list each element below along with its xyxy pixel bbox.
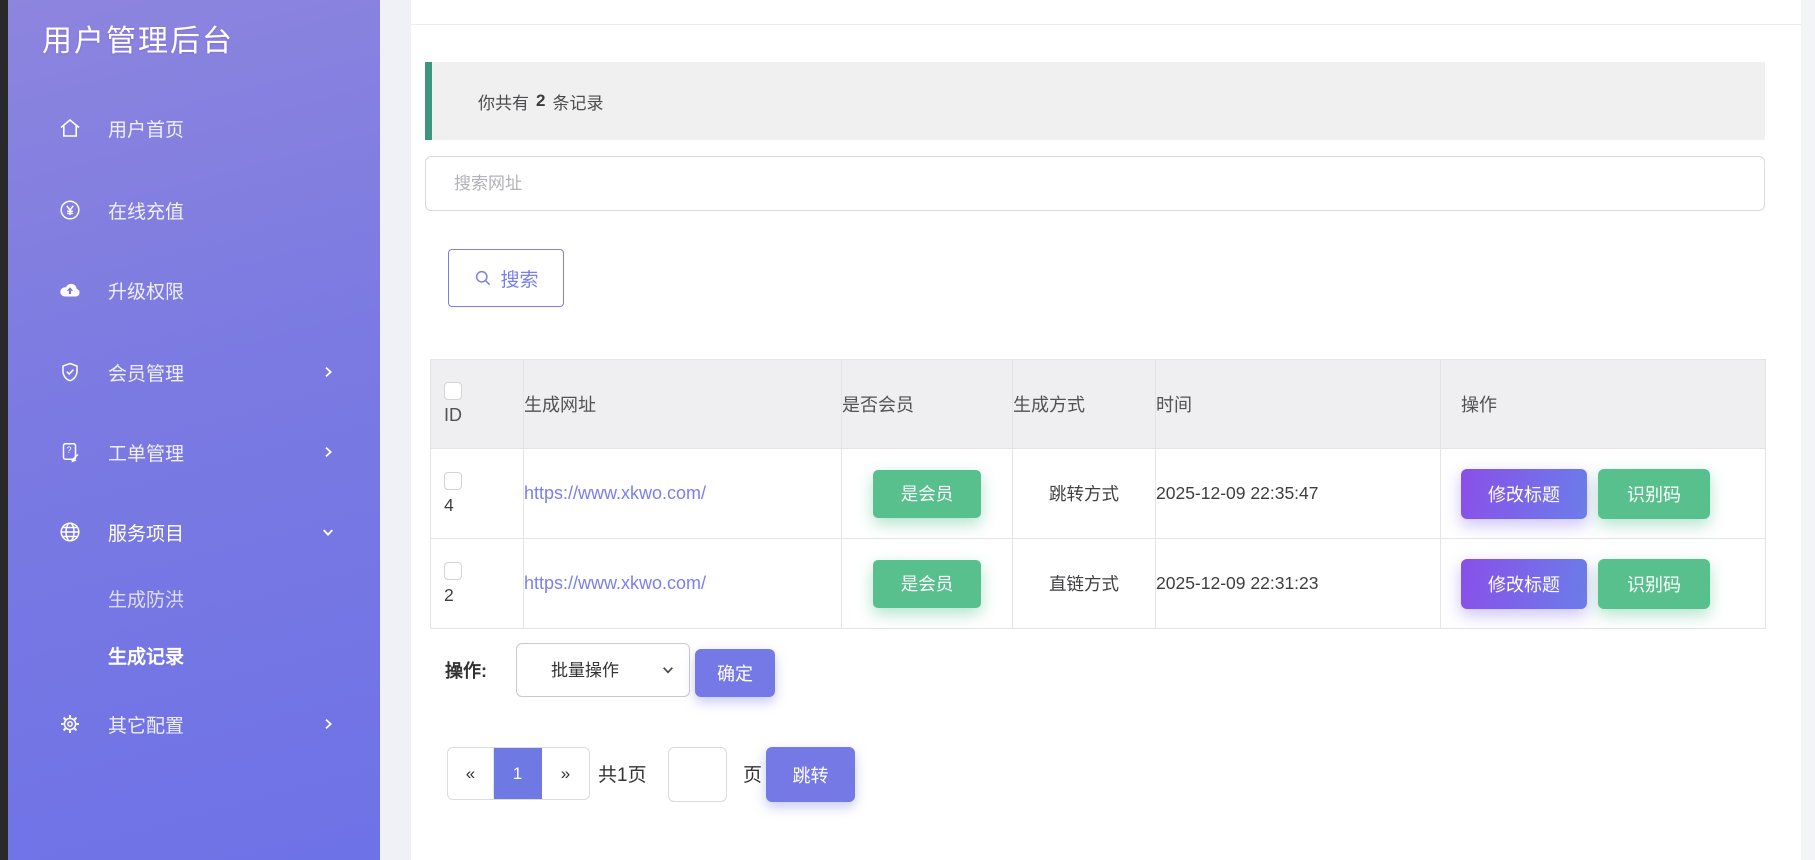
sidebar-item-work-order[interactable]: ? 工单管理 [8, 436, 380, 468]
sidebar-item-services[interactable]: 服务项目 [8, 516, 380, 548]
column-header-url: 生成网址 [524, 360, 842, 449]
generated-url-link[interactable]: https://www.xkwo.com/ [524, 573, 706, 593]
app-title: 用户管理后台 [42, 16, 234, 60]
search-button-label: 搜索 [500, 265, 538, 292]
alert-text-suffix: 条记录 [552, 89, 603, 114]
next-page-button[interactable]: » [542, 748, 589, 799]
content-gap [380, 0, 411, 860]
chevron-down-icon [320, 524, 336, 540]
sidebar-item-label: 用户首页 [108, 115, 184, 142]
jump-button[interactable]: 跳转 [766, 747, 855, 802]
search-input[interactable] [425, 156, 1765, 211]
select-all-checkbox[interactable] [444, 382, 462, 400]
sidebar-item-label: 升级权限 [108, 277, 184, 304]
page-jump-input[interactable] [668, 747, 727, 802]
prev-page-button[interactable]: « [448, 748, 494, 799]
record-count: 2 [536, 91, 545, 111]
main-content: 你共有 2 条记录 搜索 ID [411, 0, 1801, 860]
table-row: 2 https://www.xkwo.com/ 是会员 直链方式 2025-12… [431, 539, 1766, 629]
records-table: ID 生成网址 是否会员 生成方式 时间 操作 4 [430, 359, 1766, 629]
generated-url-link[interactable]: https://www.xkwo.com/ [524, 483, 706, 503]
window-edge-strip [0, 0, 8, 860]
edit-title-button[interactable]: 修改标题 [1461, 559, 1587, 609]
page-suffix-label: 页 [743, 760, 762, 787]
home-icon [58, 116, 82, 140]
sidebar-item-other-config[interactable]: 其它配置 [8, 708, 380, 740]
generation-method: 直链方式 [1013, 539, 1156, 629]
confirm-button[interactable]: 确定 [695, 649, 775, 697]
search-button[interactable]: 搜索 [448, 249, 564, 307]
chevron-right-icon [320, 716, 336, 732]
member-status-badge: 是会员 [873, 470, 981, 518]
chevron-right-icon [320, 364, 336, 380]
row-checkbox[interactable] [444, 562, 462, 580]
work-order-icon: ? [58, 440, 82, 464]
pagination: « 1 » [447, 747, 590, 800]
member-status-badge: 是会员 [873, 560, 981, 608]
table-row: 4 https://www.xkwo.com/ 是会员 跳转方式 2025-12… [431, 449, 1766, 539]
app-window: 用户管理后台 用户首页 在线充值 升级权限 [0, 0, 1815, 860]
batch-select-wrap: 批量操作 [516, 643, 690, 697]
sidebar-item-recharge[interactable]: 在线充值 [8, 194, 380, 226]
batch-operation-label: 操作: [445, 657, 487, 683]
search-icon [473, 268, 493, 288]
sidebar-item-label: 在线充值 [108, 197, 184, 224]
sidebar-subitem-label: 生成防洪 [108, 585, 184, 612]
edit-title-button[interactable]: 修改标题 [1461, 469, 1587, 519]
identify-code-button[interactable]: 识别码 [1598, 559, 1710, 609]
gear-icon [58, 712, 82, 736]
sidebar-item-label: 工单管理 [108, 439, 184, 466]
svg-text:?: ? [66, 445, 71, 455]
record-time: 2025-12-09 22:35:47 [1156, 449, 1441, 539]
scrollbar-track[interactable] [1801, 0, 1815, 860]
sidebar-subitem-gen-records[interactable]: 生成记录 [8, 640, 380, 670]
current-page-button[interactable]: 1 [494, 748, 542, 799]
row-id: 2 [444, 585, 523, 606]
yen-circle-icon [58, 198, 82, 222]
shield-check-icon [58, 360, 82, 384]
column-header-actions: 操作 [1441, 360, 1766, 449]
total-pages-label: 共1页 [598, 760, 647, 787]
column-header-method: 生成方式 [1013, 360, 1156, 449]
sidebar-item-label: 服务项目 [108, 519, 184, 546]
identify-code-button[interactable]: 识别码 [1598, 469, 1710, 519]
sidebar-item-label: 会员管理 [108, 359, 184, 386]
sidebar-item-upgrade[interactable]: 升级权限 [8, 274, 380, 306]
row-checkbox[interactable] [444, 472, 462, 490]
column-header-member: 是否会员 [842, 360, 1013, 449]
sidebar-subitem-label: 生成记录 [108, 642, 184, 669]
sidebar-item-user-home[interactable]: 用户首页 [8, 112, 380, 144]
sidebar-item-member-mgmt[interactable]: 会员管理 [8, 356, 380, 388]
row-id: 4 [444, 495, 523, 516]
generation-method: 跳转方式 [1013, 449, 1156, 539]
chevron-right-icon [320, 444, 336, 460]
table-header-row: ID 生成网址 是否会员 生成方式 时间 操作 [431, 360, 1766, 449]
batch-operation-select[interactable]: 批量操作 [516, 643, 690, 697]
cloud-upload-icon [58, 278, 82, 302]
column-header-id: ID [444, 405, 523, 426]
topbar-bottom-edge [411, 0, 1801, 25]
record-count-alert: 你共有 2 条记录 [425, 62, 1765, 140]
column-header-time: 时间 [1156, 360, 1441, 449]
sidebar: 用户管理后台 用户首页 在线充值 升级权限 [8, 0, 380, 860]
alert-text-prefix: 你共有 [478, 89, 529, 114]
sidebar-subitem-gen-flood[interactable]: 生成防洪 [8, 583, 380, 613]
globe-icon [58, 520, 82, 544]
sidebar-item-label: 其它配置 [108, 711, 184, 738]
record-time: 2025-12-09 22:31:23 [1156, 539, 1441, 629]
